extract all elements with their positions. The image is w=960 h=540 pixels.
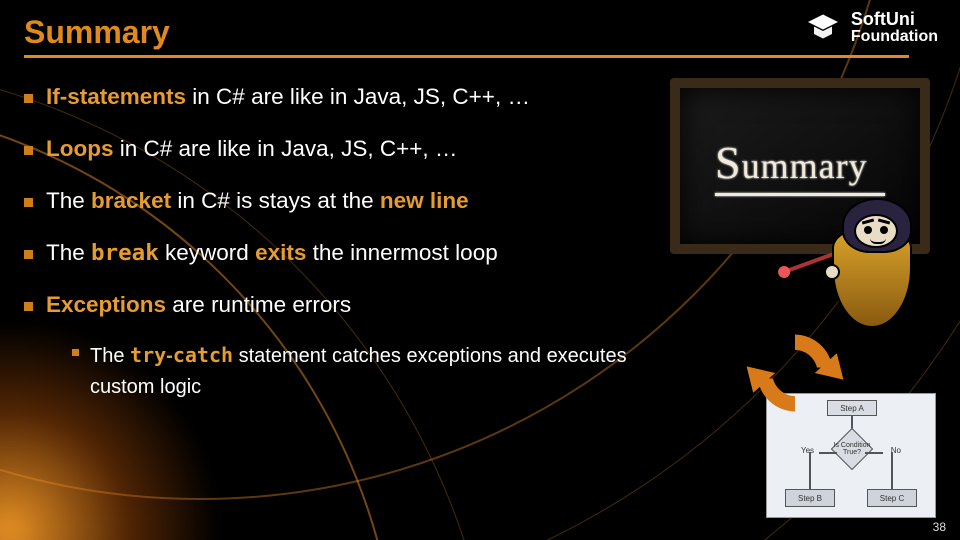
title-underline [24, 55, 909, 58]
sub-bullet-list: The try-catch statement catches exceptio… [72, 340, 664, 403]
bullet-item: Exceptions are runtime errors The try-ca… [24, 292, 664, 403]
flowchart-step-c: Step C [867, 489, 917, 507]
slide-title: Summary [24, 14, 936, 51]
refresh-arrows-icon [740, 318, 850, 428]
graduation-cap-icon [805, 10, 841, 46]
bullet-item: The bracket in C# is stays at the new li… [24, 188, 664, 214]
flowchart-step-b: Step B [785, 489, 835, 507]
bullet-item: The break keyword exits the innermost lo… [24, 240, 664, 266]
brand-logo: SoftUni Foundation [805, 10, 938, 46]
flowchart-yes-label: Yes [801, 446, 814, 455]
page-number: 38 [933, 520, 946, 534]
bullet-item: If-statements in C# are like in Java, JS… [24, 84, 664, 110]
bullet-item: Loops in C# are like in Java, JS, C++, … [24, 136, 664, 162]
logo-text-line1: SoftUni [851, 10, 938, 29]
logo-text-line2: Foundation [851, 29, 938, 46]
wizard-mascot-icon [812, 188, 942, 338]
sub-bullet-item: The try-catch statement catches exceptio… [72, 340, 632, 403]
